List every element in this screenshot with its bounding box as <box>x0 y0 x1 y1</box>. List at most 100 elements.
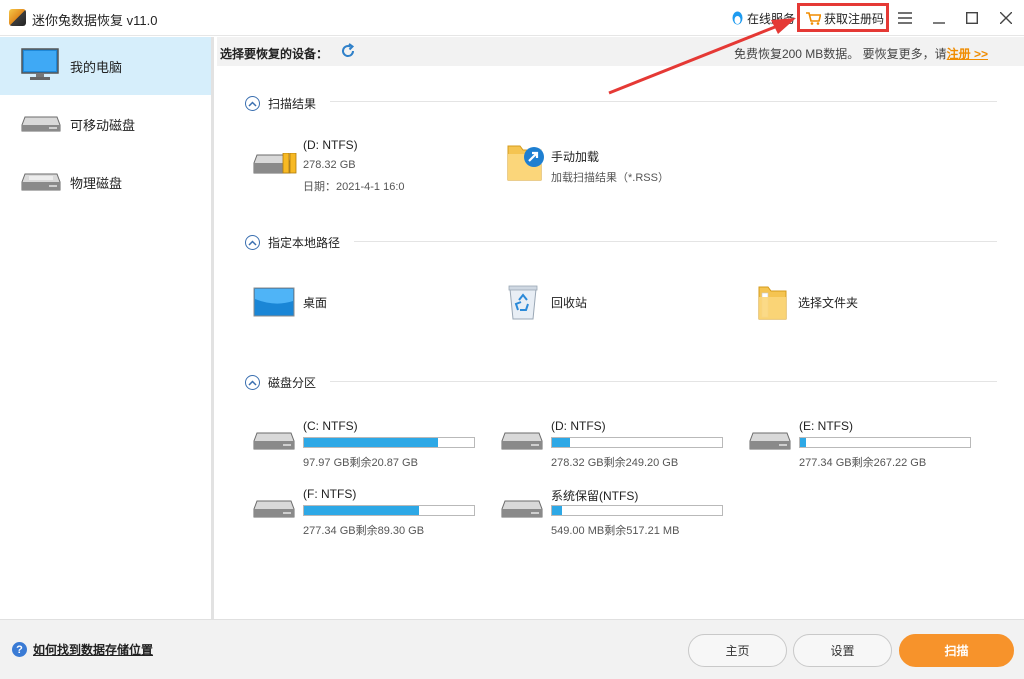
usage-fill <box>552 506 562 515</box>
online-service-link[interactable]: 在线服务 <box>731 10 795 27</box>
title-bar: 迷你兔数据恢复 v11.0 在线服务 获取注册码 <box>0 0 1024 36</box>
partition-capacity: 277.34 GB剩余89.30 GB <box>303 525 425 537</box>
folder-arrow-icon <box>507 145 544 181</box>
section-title: 扫描结果 <box>268 97 317 111</box>
refresh-icon[interactable] <box>340 43 356 59</box>
partition-d[interactable]: (D: NTFS) 278.32 GB剩余249.20 GB <box>501 418 731 470</box>
removable-disk-icon <box>21 116 61 132</box>
manual-load-item[interactable]: 手动加载 加载扫描结果（*.RSS） <box>505 140 725 186</box>
partition-capacity: 549.00 MB剩余517.21 MB <box>551 525 680 537</box>
hard-drive-icon <box>253 500 295 518</box>
app-title: 迷你兔数据恢复 v11.0 <box>32 13 158 28</box>
section-title: 磁盘分区 <box>268 376 317 390</box>
maximize-button[interactable] <box>962 8 982 28</box>
sidebar-item-removable-disk[interactable]: 可移动磁盘 <box>0 95 211 153</box>
partition-name: (D: NTFS) <box>551 419 606 433</box>
usage-fill <box>800 438 807 447</box>
usage-fill <box>304 506 420 515</box>
close-button[interactable] <box>996 8 1016 28</box>
choose-folder-label: 选择文件夹 <box>798 296 859 310</box>
partition-name: (F: NTFS) <box>303 487 357 501</box>
cart-icon <box>806 12 821 25</box>
scan-results-header[interactable]: 扫描结果 <box>245 95 316 112</box>
desktop-item[interactable]: 桌面 <box>253 285 473 321</box>
sidebar-item-label: 物理磁盘 <box>70 175 123 191</box>
qq-penguin-icon <box>732 11 743 25</box>
section-divider <box>330 381 997 382</box>
sidebar-item-physical-disk[interactable]: 物理磁盘 <box>0 153 211 211</box>
partitions-header[interactable]: 磁盘分区 <box>245 374 316 391</box>
desktop-label: 桌面 <box>303 296 328 310</box>
hard-drive-icon <box>253 432 295 450</box>
settings-button[interactable]: 设置 <box>793 634 892 667</box>
home-button[interactable]: 主页 <box>688 634 787 667</box>
question-icon: ? <box>12 642 27 657</box>
partition-capacity: 277.34 GB剩余267.22 GB <box>799 457 927 469</box>
footer-bar: ? 如何找到数据存储位置 主页 设置 扫描 <box>0 619 1024 679</box>
manual-load-title: 手动加载 <box>551 150 600 164</box>
help-link[interactable]: ? 如何找到数据存储位置 <box>12 641 153 658</box>
partition-capacity: 97.97 GB剩余20.87 GB <box>303 457 418 469</box>
partition-name: (C: NTFS) <box>303 419 358 433</box>
hard-drive-icon <box>501 432 543 450</box>
sidebar-item-label: 我的电脑 <box>70 59 123 75</box>
partition-name: 系统保留(NTFS) <box>551 489 639 503</box>
partition-c[interactable]: (C: NTFS) 97.97 GB剩余20.87 GB <box>253 418 483 470</box>
scan-button[interactable]: 扫描 <box>899 634 1014 667</box>
hamburger-icon <box>898 12 912 24</box>
monitor-icon <box>21 48 59 80</box>
section-divider <box>330 101 997 102</box>
device-select-label: 选择要恢复的设备： <box>220 47 329 61</box>
recycle-bin-label: 回收站 <box>551 296 588 310</box>
recycle-bin-item[interactable]: 回收站 <box>505 283 725 321</box>
collapse-chevron-icon <box>245 375 260 390</box>
partition-usage-bar <box>551 505 723 516</box>
sidebar-item-my-computer[interactable]: 我的电脑 <box>0 37 211 95</box>
minimize-button[interactable] <box>929 8 949 28</box>
hard-drive-icon <box>749 432 791 450</box>
get-code-label: 获取注册码 <box>824 12 885 26</box>
partition-usage-bar <box>303 505 475 516</box>
recycle-bin-icon <box>508 285 538 320</box>
local-path-header[interactable]: 指定本地路径 <box>245 234 340 251</box>
partition-f[interactable]: (F: NTFS) 277.34 GB剩余89.30 GB <box>253 486 483 538</box>
hard-drive-icon <box>501 500 543 518</box>
minimize-icon <box>933 22 945 24</box>
scan-result-d-drive[interactable]: (D: NTFS) 278.32 GB 日期：2021-4-1 16:0 <box>253 136 473 196</box>
help-link-label: 如何找到数据存储位置 <box>33 643 154 657</box>
sidebar-item-label: 可移动磁盘 <box>70 117 136 133</box>
physical-disk-icon <box>21 173 61 191</box>
close-icon <box>1000 12 1012 24</box>
scan-date: 日期：2021-4-1 16:0 <box>303 181 405 193</box>
desktop-icon <box>253 287 295 317</box>
device-select-bar: 选择要恢复的设备： 免费恢复200 MB数据。 要恢复更多，请注册 >> <box>217 37 1024 66</box>
partition-name: (E: NTFS) <box>799 419 853 433</box>
drive-name: (D: NTFS) <box>303 138 358 152</box>
menu-button[interactable] <box>895 8 915 28</box>
usage-fill <box>304 438 438 447</box>
partition-usage-bar <box>551 437 723 448</box>
section-title: 指定本地路径 <box>268 236 341 250</box>
partition-capacity: 278.32 GB剩余249.20 GB <box>551 457 679 469</box>
usage-fill <box>552 438 570 447</box>
choose-folder-item[interactable]: 选择文件夹 <box>756 283 976 321</box>
manual-load-subtitle: 加载扫描结果（*.RSS） <box>551 172 669 184</box>
partition-e[interactable]: (E: NTFS) 277.34 GB剩余267.22 GB <box>749 418 979 470</box>
maximize-icon <box>966 12 978 24</box>
drive-size: 278.32 GB <box>303 159 356 171</box>
free-quota-notice: 免费恢复200 MB数据。 要恢复更多，请注册 >> <box>734 45 988 62</box>
collapse-chevron-icon <box>245 96 260 111</box>
sidebar: 我的电脑 可移动磁盘 物理磁盘 <box>0 37 214 619</box>
partition-usage-bar <box>799 437 971 448</box>
get-code-link[interactable]: 获取注册码 <box>806 10 884 27</box>
register-link[interactable]: 注册 >> <box>947 47 988 61</box>
partition-usage-bar <box>303 437 475 448</box>
free-quota-text: 免费恢复200 MB数据。 要恢复更多，请 <box>733 47 947 61</box>
partition-system-reserved[interactable]: 系统保留(NTFS) 549.00 MB剩余517.21 MB <box>501 486 731 538</box>
folder-icon <box>758 286 787 320</box>
app-logo-icon <box>9 9 26 26</box>
section-divider <box>354 241 997 242</box>
collapse-chevron-icon <box>245 235 260 250</box>
online-service-label: 在线服务 <box>747 12 796 26</box>
drive-with-results-icon <box>253 153 297 174</box>
